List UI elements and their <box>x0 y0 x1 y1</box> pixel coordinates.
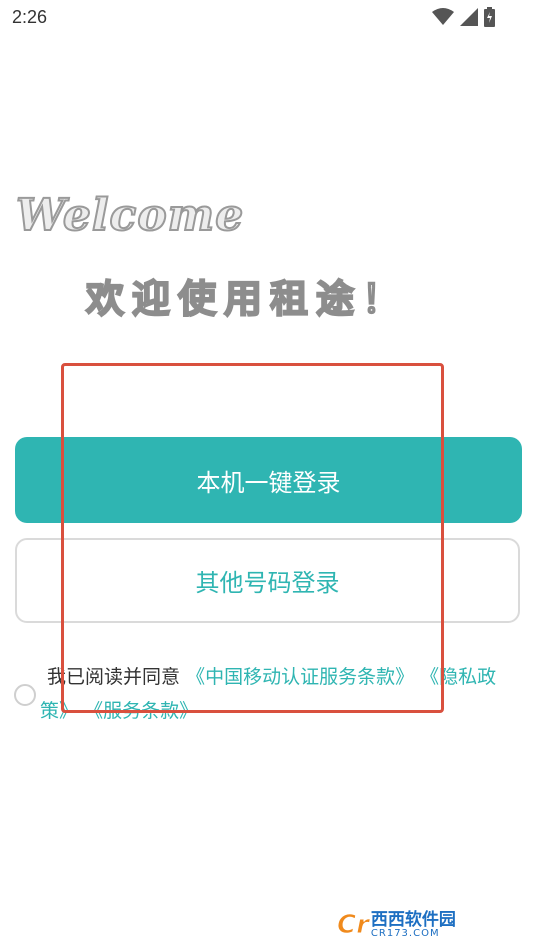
other-number-login-button[interactable]: 其他号码登录 <box>15 538 520 623</box>
cell-signal-icon <box>460 8 478 26</box>
one-click-login-button[interactable]: 本机一键登录 <box>15 437 522 523</box>
watermark-site-cn: 西西软件园 <box>370 909 456 930</box>
welcome-heading-chinese: 欢迎使用租途！ <box>85 276 409 322</box>
wifi-icon <box>432 8 454 25</box>
cmcc-terms-link[interactable]: 《中国移动认证服务条款》 <box>186 666 414 688</box>
agreement-radio[interactable] <box>14 684 36 706</box>
other-number-login-label: 其他号码登录 <box>195 569 340 597</box>
status-icons <box>432 7 495 27</box>
welcome-heading-english: Welcome <box>15 189 245 242</box>
watermark-text: 西西软件园 CR173.COM <box>370 909 456 939</box>
status-bar: 2:26 <box>0 0 535 36</box>
status-time: 2:26 <box>12 7 48 27</box>
one-click-login-label: 本机一键登录 <box>196 468 341 497</box>
service-terms-link[interactable]: 《服务条款》 <box>84 700 198 722</box>
agreement-text: 我已阅读并同意 《中国移动认证服务条款》 《隐私政策》 《服务条款》 <box>40 660 515 728</box>
site-watermark: Cr 西西软件园 CR173.COM <box>337 905 527 945</box>
battery-icon <box>484 7 495 27</box>
agreement-prefix: 我已阅读并同意 <box>47 666 181 688</box>
watermark-badge: Cr <box>337 910 370 941</box>
watermark-site-en: CR173.COM <box>370 927 440 939</box>
